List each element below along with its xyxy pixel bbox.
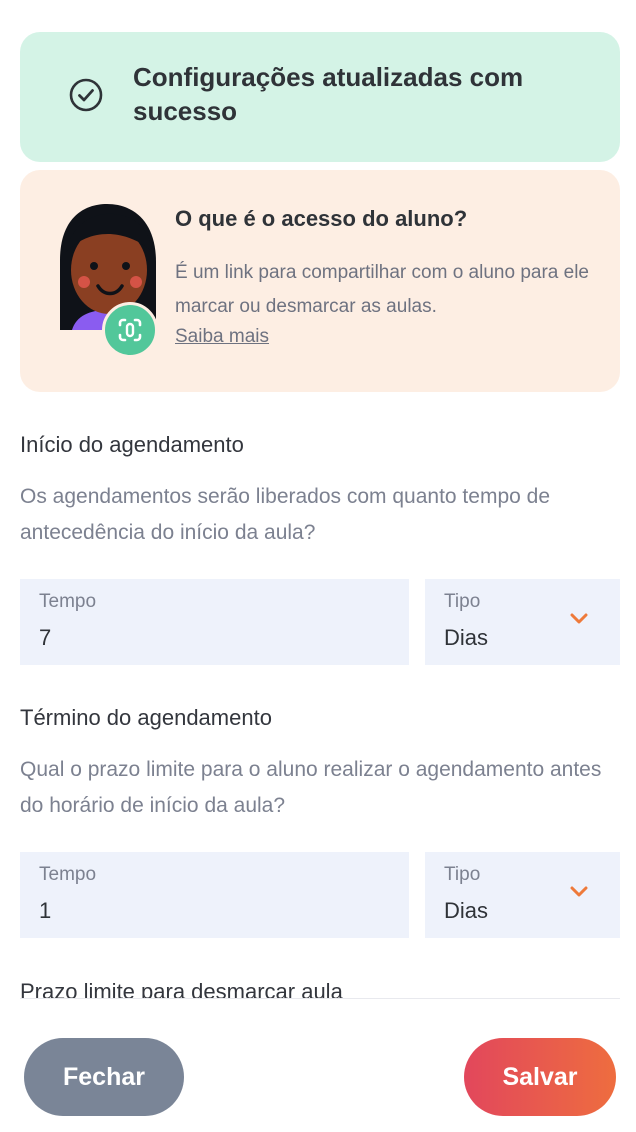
save-button[interactable]: Salvar xyxy=(464,1038,616,1116)
start-type-select[interactable]: Tipo Dias xyxy=(425,579,620,665)
settings-screen: Configurações atualizadas com sucesso O … xyxy=(0,0,636,1132)
start-section-title: Início do agendamento xyxy=(20,432,244,457)
info-title: O que é o acesso do aluno? xyxy=(175,206,468,231)
chevron-down-icon xyxy=(570,613,588,624)
check-circle-icon xyxy=(69,78,103,112)
end-time-value: 1 xyxy=(39,898,52,923)
end-section-title: Término do agendamento xyxy=(20,705,272,730)
end-time-input[interactable]: Tempo 1 xyxy=(20,852,409,938)
scan-icon xyxy=(118,318,142,342)
footer-divider xyxy=(20,998,620,999)
end-section-description: Qual o prazo limite para o aluno realiza… xyxy=(20,758,602,817)
end-type-select[interactable]: Tipo Dias xyxy=(425,852,620,938)
start-type-value: Dias xyxy=(444,625,489,650)
end-type-value: Dias xyxy=(444,898,489,923)
close-button[interactable]: Fechar xyxy=(24,1038,184,1116)
toast-message: Configurações atualizadas com sucesso xyxy=(133,62,524,126)
end-time-label: Tempo xyxy=(39,864,97,885)
start-type-label: Tipo xyxy=(444,591,481,612)
learn-more-link[interactable]: Saiba mais xyxy=(175,326,269,348)
start-time-input[interactable]: Tempo 7 xyxy=(20,579,409,665)
start-time-value: 7 xyxy=(39,625,52,650)
success-toast: Configurações atualizadas com sucesso xyxy=(20,32,620,162)
student-access-info-card: O que é o acesso do aluno? É um link par… xyxy=(20,170,620,392)
end-type-label: Tipo xyxy=(444,864,481,885)
start-time-label: Tempo xyxy=(39,591,97,612)
start-section-description: Os agendamentos serão liberados com quan… xyxy=(20,485,550,544)
info-description: É um link para compartilhar com o aluno … xyxy=(175,262,589,317)
cancel-section-title: Prazo limite para desmarcar aula xyxy=(20,979,343,998)
scan-badge xyxy=(102,302,158,358)
chevron-down-icon xyxy=(570,886,588,897)
